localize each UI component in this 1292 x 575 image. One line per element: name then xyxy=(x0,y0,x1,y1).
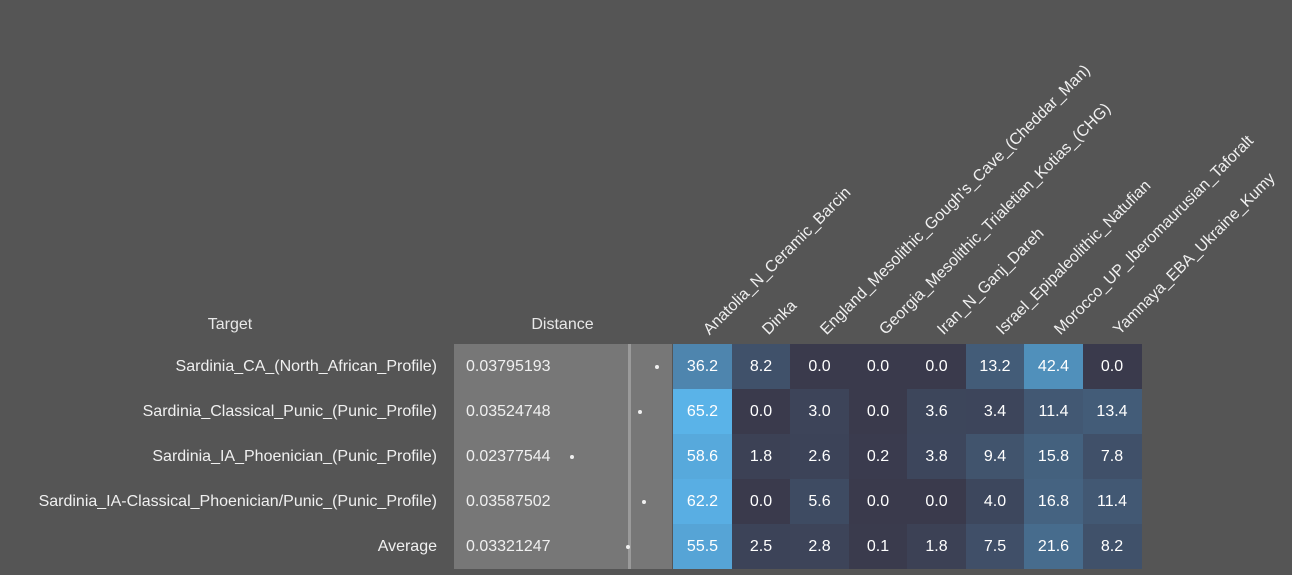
admixture-cell: 0.0 xyxy=(848,344,908,389)
admixture-cell: 3.0 xyxy=(790,389,849,434)
distance-column-header: Distance xyxy=(531,316,594,333)
admixture-cell: 58.6 xyxy=(673,434,732,479)
admixture-cell: 55.5 xyxy=(673,524,732,569)
target-label: Average xyxy=(377,538,437,555)
admixture-cell: 15.8 xyxy=(1024,434,1083,479)
admixture-cell: 13.2 xyxy=(965,344,1025,389)
admixture-cell: 1.8 xyxy=(731,434,791,479)
admixture-cell: 0.0 xyxy=(731,389,791,434)
admixture-cell: 21.6 xyxy=(1024,524,1083,569)
admixture-cell: 9.4 xyxy=(965,434,1025,479)
target-column-header: Target xyxy=(207,316,253,333)
admixture-cell: 2.5 xyxy=(731,524,791,569)
admixture-cell: 0.0 xyxy=(731,479,791,524)
admixture-cell: 3.4 xyxy=(965,389,1025,434)
admixture-cell: 7.5 xyxy=(965,524,1025,569)
admixture-cell: 0.0 xyxy=(907,344,966,389)
admixture-cell: 0.0 xyxy=(907,479,966,524)
admixture-cell: 2.6 xyxy=(790,434,849,479)
population-column-label: England_Mesolithic_Gough's_Cave_(Cheddar… xyxy=(817,61,1094,339)
admixture-cell: 16.8 xyxy=(1024,479,1083,524)
admixture-cell: 11.4 xyxy=(1082,479,1142,524)
results-table: Target Distance Anatolia_N_Ceramic_Barci… xyxy=(0,0,1292,575)
admixture-cell: 5.6 xyxy=(790,479,849,524)
admixture-cell: 3.8 xyxy=(907,434,966,479)
admixture-cell: 11.4 xyxy=(1024,389,1083,434)
admixture-cell: 1.8 xyxy=(907,524,966,569)
admixture-cell: 0.1 xyxy=(848,524,908,569)
admixture-cell: 13.4 xyxy=(1082,389,1142,434)
admixture-cell: 0.0 xyxy=(848,389,908,434)
target-label: Sardinia_Classical_Punic_(Punic_Profile) xyxy=(142,403,437,420)
admixture-cell: 3.6 xyxy=(907,389,966,434)
admixture-cell: 8.2 xyxy=(1082,524,1142,569)
admixture-cell: 4.0 xyxy=(965,479,1025,524)
distance-value: 0.03321247 xyxy=(466,538,551,555)
target-label: Sardinia_IA_Phoenician_(Punic_Profile) xyxy=(152,448,437,465)
admixture-cell: 0.0 xyxy=(848,479,908,524)
admixture-cell: 42.4 xyxy=(1024,344,1083,389)
distance-marker xyxy=(569,454,574,459)
admixture-cell: 7.8 xyxy=(1082,434,1142,479)
admixture-cell: 0.0 xyxy=(1082,344,1142,389)
admixture-cell: 2.8 xyxy=(790,524,849,569)
admixture-cell: 36.2 xyxy=(673,344,732,389)
distance-marker xyxy=(626,544,631,549)
distance-marker xyxy=(642,499,647,504)
target-label: Sardinia_CA_(North_African_Profile) xyxy=(175,358,437,375)
admixture-cell: 8.2 xyxy=(731,344,791,389)
distance-marker xyxy=(654,364,659,369)
admixture-cell: 65.2 xyxy=(673,389,732,434)
distance-value: 0.03524748 xyxy=(466,403,551,420)
distance-value: 0.03587502 xyxy=(466,493,551,510)
target-label: Sardinia_IA-Classical_Phoenician/Punic_(… xyxy=(38,493,437,510)
population-column-label: Dinka xyxy=(758,297,800,339)
distance-value: 0.03795193 xyxy=(466,358,551,375)
admixture-cell: 0.0 xyxy=(790,344,849,389)
distance-divider xyxy=(628,344,631,569)
admixture-cell: 62.2 xyxy=(673,479,732,524)
distance-value: 0.02377544 xyxy=(466,448,551,465)
admixture-cell: 0.2 xyxy=(848,434,908,479)
population-column-label: Iran_N_Ganj_Dareh xyxy=(934,225,1048,339)
